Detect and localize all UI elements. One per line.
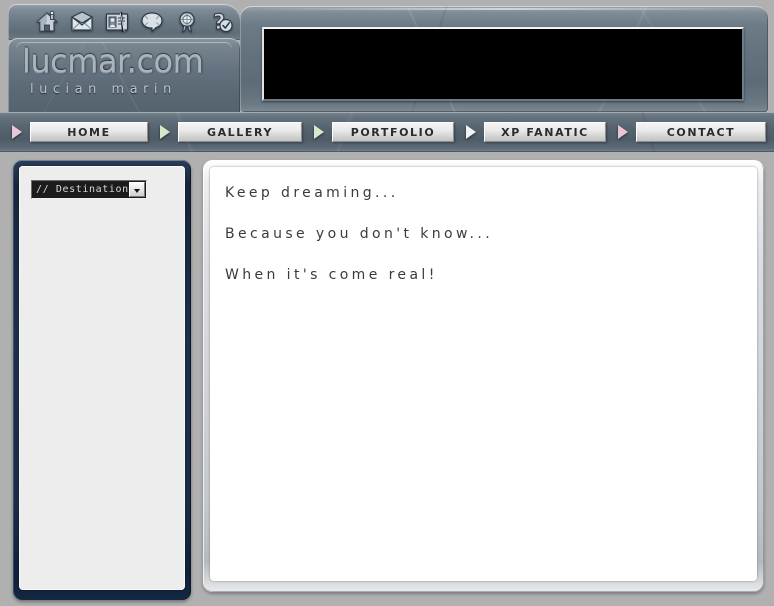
award-icon[interactable]: [174, 10, 200, 34]
destination-select-label: // Destination?: [36, 184, 129, 195]
icon-toolbar: ?: [8, 4, 240, 40]
content-area: // Destination? Keep dreaming... Because…: [0, 152, 774, 606]
banner-frame: [240, 6, 768, 112]
intro-line-2: Because you don't know...: [225, 226, 494, 242]
speech-bubble-icon[interactable]: [139, 10, 165, 34]
flash-banner[interactable]: [262, 27, 744, 101]
logo-subtitle: lucian marin: [30, 82, 177, 97]
nav-arrow-icon-portfolio: [314, 125, 326, 139]
chevron-down-icon[interactable]: [129, 182, 145, 197]
intro-line-1: Keep dreaming...: [225, 185, 399, 201]
nav-item-contact[interactable]: CONTACT: [636, 122, 766, 142]
nav-item-home[interactable]: HOME: [30, 122, 148, 142]
help-icon[interactable]: ?: [209, 10, 235, 34]
mail-icon[interactable]: [69, 10, 95, 34]
nav-arrow-icon-xp-fanatic: [466, 125, 478, 139]
site-header: ? lucmar.com lucian marin: [0, 0, 774, 112]
logo-title: lucmar.com: [22, 42, 204, 80]
nav-item-gallery[interactable]: GALLERY: [178, 122, 302, 142]
intro-line-3: When it's come real!: [225, 267, 438, 283]
main-navigation: HOME GALLERY PORTFOLIO XP FANATIC CONTAC…: [0, 112, 774, 152]
site-logo[interactable]: lucmar.com lucian marin: [8, 38, 240, 112]
page-root: ? lucmar.com lucian marin HOME GALLERY P…: [0, 0, 774, 606]
nav-item-xp-fanatic[interactable]: XP FANATIC: [484, 122, 606, 142]
sidebar-panel: // Destination?: [19, 166, 185, 590]
nav-arrow-icon-home: [12, 125, 24, 139]
main-content-surface: Keep dreaming... Because you don't know.…: [210, 167, 757, 581]
main-content-panel: Keep dreaming... Because you don't know.…: [203, 160, 764, 592]
nav-item-portfolio[interactable]: PORTFOLIO: [332, 122, 454, 142]
destination-select[interactable]: // Destination?: [31, 180, 147, 199]
nav-arrow-icon-gallery: [160, 125, 172, 139]
contact-card-icon[interactable]: [104, 10, 130, 34]
left-sidebar: // Destination?: [13, 160, 191, 600]
home-icon[interactable]: [34, 10, 60, 34]
intro-copy: Keep dreaming... Because you don't know.…: [225, 185, 743, 308]
nav-arrow-icon-contact: [618, 125, 630, 139]
